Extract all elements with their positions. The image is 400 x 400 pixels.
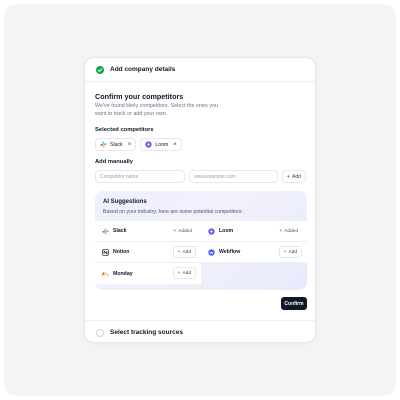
add-label: Add xyxy=(292,173,301,180)
chip-label: Loom xyxy=(155,141,169,148)
close-icon: × xyxy=(279,228,283,234)
step-label: Select tracking sources xyxy=(110,329,183,336)
add-suggestion-button[interactable]: + Add xyxy=(278,246,302,258)
suggestion-slack: Slack × Added xyxy=(95,221,201,242)
suggestion-loom: Loom × Added xyxy=(201,221,307,242)
check-circle-icon xyxy=(96,65,104,74)
step-add-company-details[interactable]: Add company details xyxy=(85,58,315,82)
suggestion-name: Notion xyxy=(113,249,130,255)
slack-logo-icon xyxy=(100,141,107,148)
add-manually-label: Add manually xyxy=(95,159,134,165)
action-label: Add xyxy=(182,270,191,276)
close-icon: × xyxy=(173,228,177,234)
ai-suggestions-subtitle: Based on your industry, here are some po… xyxy=(103,209,243,215)
ai-suggestions-panel: AI Suggestions Based on your industry, h… xyxy=(95,191,307,290)
suggestion-name: Slack xyxy=(113,228,127,234)
suggestion-name: Loom xyxy=(219,228,234,234)
added-button[interactable]: × Added xyxy=(275,225,302,237)
action-label: Added xyxy=(178,228,192,234)
plus-icon: + xyxy=(177,270,181,276)
plus-icon: + xyxy=(287,173,290,180)
action-label: Add xyxy=(288,249,297,255)
monday-logo-icon xyxy=(102,270,109,277)
empty-circle-icon xyxy=(96,328,104,337)
step-label: Add company details xyxy=(110,66,176,73)
action-label: Add xyxy=(182,249,191,255)
competitor-url-input[interactable]: www.example.com xyxy=(189,170,278,183)
suggestion-name: Monday xyxy=(113,270,133,277)
suggestion-notion: Notion + Add xyxy=(95,242,201,263)
loom-logo-icon xyxy=(145,141,152,148)
chip-loom: Loom × xyxy=(140,138,182,151)
onboarding-card: Add company details Confirm your competi… xyxy=(84,57,316,343)
selected-competitors-label: Selected competitors xyxy=(95,127,154,133)
add-manual-button[interactable]: + Add xyxy=(282,170,306,183)
webflow-logo-icon xyxy=(208,248,215,256)
selected-competitors-list: Slack × Loom × xyxy=(95,138,182,151)
suggestion-name: Webflow xyxy=(219,249,241,255)
add-suggestion-button[interactable]: + Add xyxy=(172,246,196,258)
action-label: Added xyxy=(284,228,298,234)
add-suggestion-button[interactable]: + Add xyxy=(172,267,196,279)
suggestion-webflow: Webflow + Add xyxy=(201,242,307,263)
remove-chip-icon[interactable]: × xyxy=(128,142,132,148)
confirm-button[interactable]: Confirm xyxy=(281,297,307,310)
chip-label: Slack xyxy=(110,141,123,148)
section-title: Confirm your competitors xyxy=(95,92,184,101)
ai-suggestions-title: AI Suggestions xyxy=(103,199,147,205)
chip-slack: Slack × xyxy=(95,138,137,151)
notion-logo-icon xyxy=(102,248,109,256)
slack-logo-icon xyxy=(102,227,109,235)
loom-logo-icon xyxy=(208,227,215,235)
suggestion-monday: Monday + Add xyxy=(95,263,201,284)
plus-icon: + xyxy=(177,249,181,255)
plus-icon: + xyxy=(283,249,287,255)
section-description: We've found likely competitors. Select t… xyxy=(95,103,218,117)
added-button[interactable]: × Added xyxy=(169,225,196,237)
remove-chip-icon[interactable]: × xyxy=(173,142,177,148)
step-select-tracking-sources[interactable]: Select tracking sources xyxy=(85,320,315,342)
competitor-name-input[interactable]: Competitor name xyxy=(95,170,185,183)
